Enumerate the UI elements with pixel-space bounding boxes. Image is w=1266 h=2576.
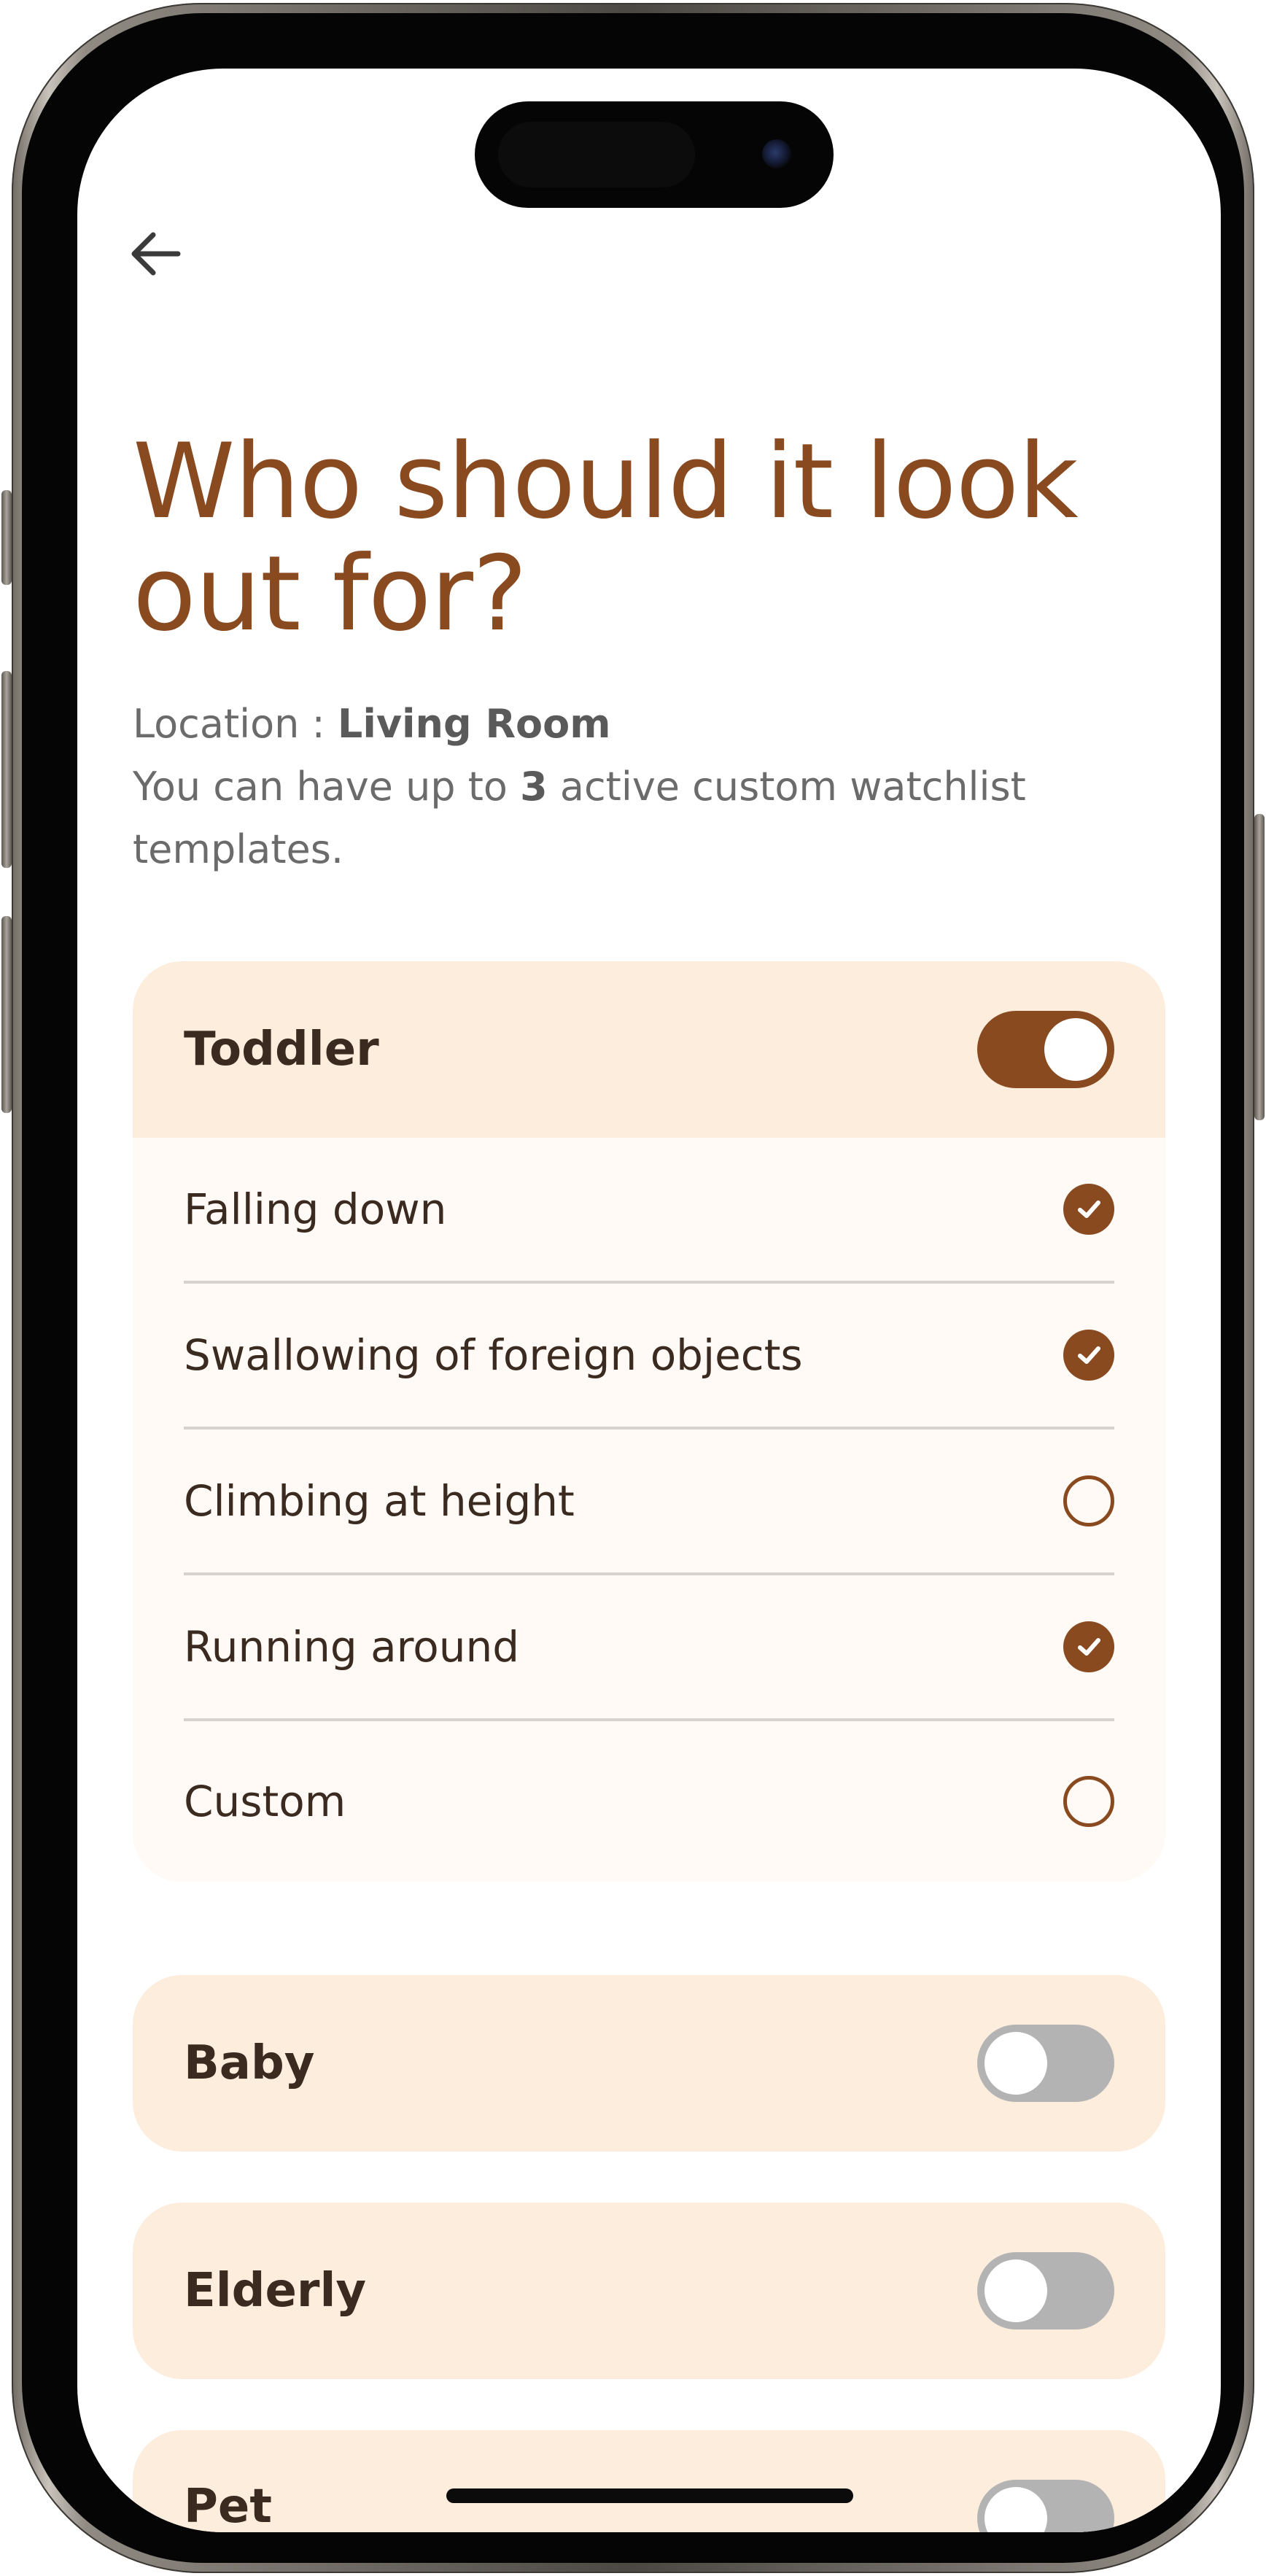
empty-circle-icon[interactable] — [1063, 1776, 1114, 1827]
card-toddler: Toddler Falling down Swallowing of forei… — [133, 961, 1165, 1882]
item-label: Climbing at height — [184, 1476, 575, 1526]
volume-up-button — [1, 671, 12, 868]
card-header: Elderly — [133, 2203, 1165, 2379]
power-button — [1254, 814, 1265, 1120]
elderly-toggle[interactable] — [977, 2252, 1114, 2329]
app-screen: Who should it look out for? Location : L… — [77, 69, 1221, 2532]
card-header: Pet — [133, 2430, 1165, 2532]
list-item[interactable]: Swallowing of foreign objects — [184, 1284, 1114, 1429]
card-baby: Baby — [133, 1975, 1165, 2152]
checkmark-circle-icon[interactable] — [1063, 1621, 1114, 1672]
checkmark-circle-icon[interactable] — [1063, 1330, 1114, 1381]
page-title-line-2: out for? — [133, 534, 527, 654]
list-item[interactable]: Climbing at height — [184, 1429, 1114, 1575]
page-title-line-1: Who should it look — [133, 422, 1079, 542]
toddler-toggle[interactable] — [977, 1011, 1114, 1088]
pet-toggle[interactable] — [977, 2480, 1114, 2532]
toggle-knob — [985, 2259, 1047, 2322]
list-item[interactable]: Custom — [184, 1721, 1114, 1882]
card-elderly: Elderly — [133, 2203, 1165, 2379]
card-title: Toddler — [184, 1023, 379, 1076]
empty-circle-icon[interactable] — [1063, 1475, 1114, 1526]
toggle-knob — [1044, 1018, 1107, 1081]
toggle-knob — [985, 2487, 1047, 2532]
location-value: Living Room — [337, 701, 611, 747]
item-label: Custom — [184, 1777, 346, 1826]
card-header: Baby — [133, 1975, 1165, 2152]
island-sensor — [498, 122, 695, 187]
list-item[interactable]: Falling down — [184, 1138, 1114, 1284]
card-header: Toddler — [133, 961, 1165, 1138]
toggle-knob — [985, 2032, 1047, 2095]
card-title: Elderly — [184, 2264, 367, 2318]
phone-frame: Who should it look out for? Location : L… — [12, 3, 1254, 2573]
back-button[interactable] — [124, 222, 188, 286]
page-subtitle: Location : Living Room You can have up t… — [133, 693, 1168, 881]
arrow-left-icon — [131, 232, 181, 276]
card-body: Falling down Swallowing of foreign objec… — [133, 1138, 1165, 1882]
item-label: Falling down — [184, 1184, 447, 1234]
card-title: Baby — [184, 2036, 315, 2090]
page-title: Who should it look out for? — [133, 426, 1154, 651]
home-indicator[interactable] — [446, 2488, 853, 2503]
volume-down-button — [1, 916, 12, 1113]
location-prefix: Location : — [133, 701, 338, 747]
limit-value: 3 — [520, 764, 548, 810]
phone-bezel: Who should it look out for? Location : L… — [22, 13, 1244, 2563]
limit-prefix: You can have up to — [133, 764, 521, 810]
front-camera-icon — [762, 139, 791, 168]
item-label: Swallowing of foreign objects — [184, 1330, 803, 1380]
action-button — [1, 490, 12, 585]
checkmark-circle-icon[interactable] — [1063, 1184, 1114, 1235]
baby-toggle[interactable] — [977, 2025, 1114, 2102]
dynamic-island — [475, 101, 834, 208]
card-title: Pet — [184, 2480, 272, 2532]
list-item[interactable]: Running around — [184, 1575, 1114, 1721]
item-label: Running around — [184, 1622, 520, 1672]
card-pet: Pet — [133, 2430, 1165, 2532]
